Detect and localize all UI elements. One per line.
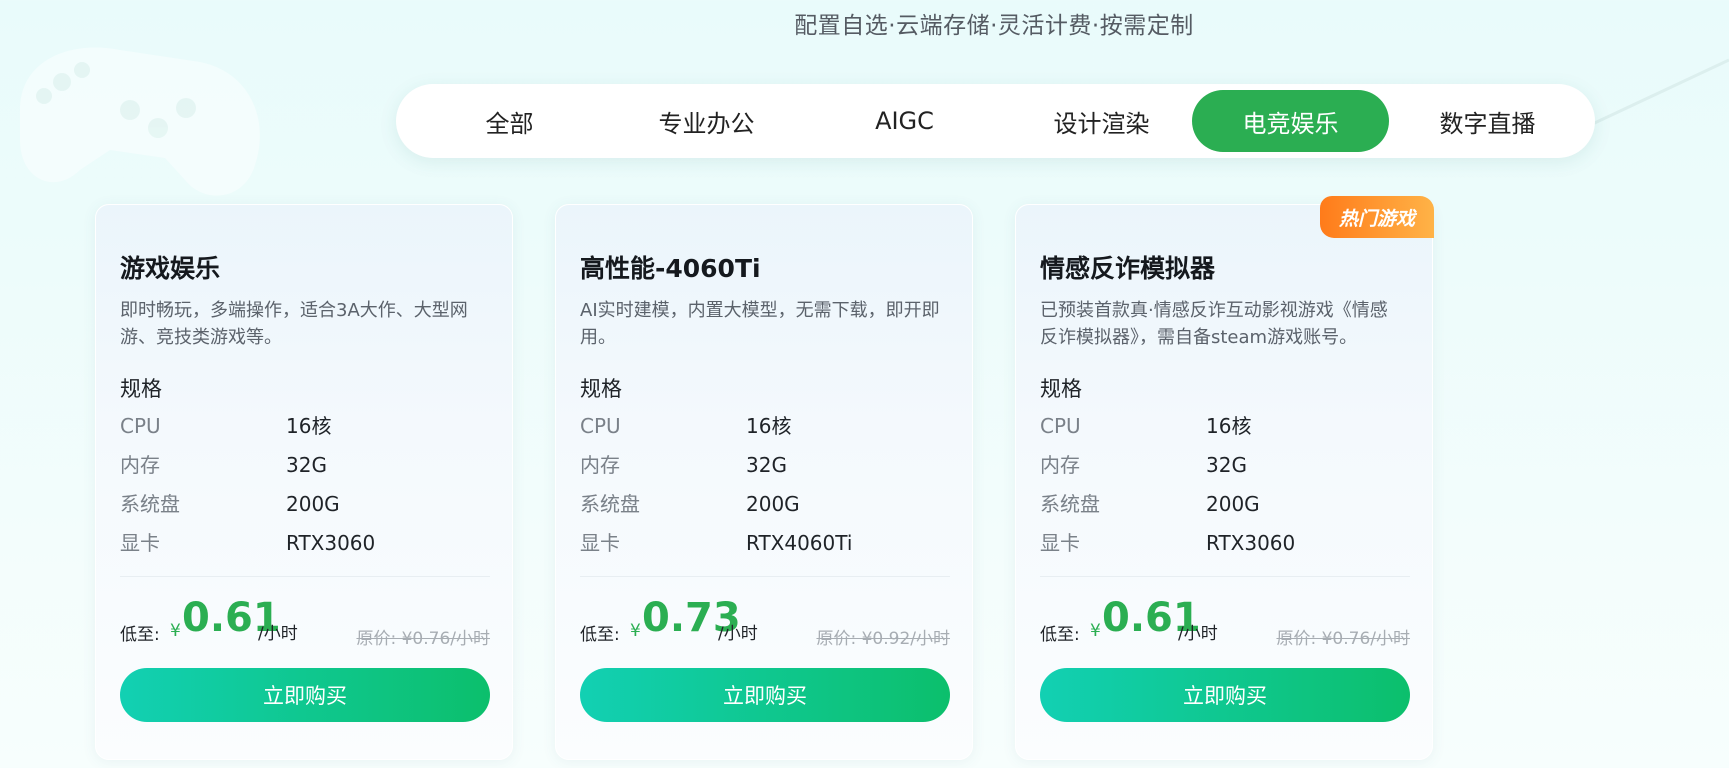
product-card: 游戏娱乐 即时畅玩，多端操作，适合3A大作、大型网游、竞技类游戏等。 规格 CP…: [95, 204, 513, 760]
spec-row-memory: 内存 32G: [1040, 451, 1410, 479]
spec-key: CPU: [580, 414, 621, 438]
spec-value: 32G: [286, 453, 327, 477]
buy-now-button[interactable]: 立即购买: [1040, 668, 1410, 722]
spec-key: 显卡: [580, 531, 620, 555]
spec-row-memory: 内存 32G: [120, 451, 490, 479]
price-row: 低至: ¥ 0.73 /小时 原价: ¥0.92/小时: [580, 595, 950, 651]
currency-symbol: ¥: [1090, 621, 1101, 641]
spec-key: 显卡: [1040, 531, 1080, 555]
spec-key: 系统盘: [580, 492, 640, 516]
category-tabs: 全部 专业办公 AIGC 设计渲染 电竞娱乐 数字直播: [396, 84, 1595, 158]
card-title: 游戏娱乐: [120, 254, 221, 283]
spec-value: 16核: [746, 414, 792, 438]
original-price: 原价: ¥0.76/小时: [356, 629, 490, 649]
price-label: 低至:: [1040, 625, 1080, 645]
price-label: 低至:: [120, 625, 160, 645]
spec-row-cpu: CPU 16核: [120, 412, 490, 440]
tab-aigc[interactable]: AIGC: [806, 90, 1003, 152]
tab-all[interactable]: 全部: [411, 90, 608, 152]
card-description: 已预装首款真·情感反诈互动影视游戏《情感反诈模拟器》，需自备steam游戏账号。: [1040, 300, 1388, 348]
spec-value: RTX3060: [1206, 531, 1296, 555]
spec-key: 内存: [1040, 453, 1080, 477]
card-description: AI实时建模，内置大模型，无需下载，即开即用。: [580, 300, 940, 348]
price-row: 低至: ¥ 0.61 /小时 原价: ¥0.76/小时: [1040, 595, 1410, 651]
card-title: 情感反诈模拟器: [1040, 254, 1216, 283]
page-subtitle: 配置自选·云端存储·灵活计费·按需定制: [794, 13, 1194, 39]
spec-value: 16核: [1206, 414, 1252, 438]
original-price: 原价: ¥0.76/小时: [1276, 629, 1410, 649]
spec-value: 32G: [746, 453, 787, 477]
spec-key: 内存: [580, 453, 620, 477]
spec-row-gpu: 显卡 RTX3060: [1040, 529, 1410, 557]
divider: [120, 576, 490, 577]
divider: [1040, 576, 1410, 577]
currency-symbol: ¥: [170, 621, 181, 641]
spec-value: RTX3060: [286, 531, 376, 555]
spec-row-gpu: 显卡 RTX4060Ti: [580, 529, 950, 557]
spec-value: 200G: [1206, 492, 1260, 516]
price-unit: /小时: [258, 624, 298, 644]
spec-row-cpu: CPU 16核: [580, 412, 950, 440]
divider: [580, 576, 950, 577]
spec-value: 32G: [1206, 453, 1247, 477]
tab-design-render[interactable]: 设计渲染: [1003, 90, 1200, 152]
price-unit: /小时: [1178, 624, 1218, 644]
spec-heading: 规格: [1040, 377, 1082, 401]
spec-row-disk: 系统盘 200G: [580, 490, 950, 518]
spec-value: 200G: [746, 492, 800, 516]
card-description: 即时畅玩，多端操作，适合3A大作、大型网游、竞技类游戏等。: [120, 300, 468, 348]
price-label: 低至:: [580, 625, 620, 645]
product-card: 热门游戏 情感反诈模拟器 已预装首款真·情感反诈互动影视游戏《情感反诈模拟器》，…: [1015, 196, 1434, 760]
tab-office[interactable]: 专业办公: [608, 90, 805, 152]
spec-row-gpu: 显卡 RTX3060: [120, 529, 490, 557]
spec-key: 内存: [120, 453, 160, 477]
spec-key: CPU: [1040, 414, 1081, 438]
spec-key: 显卡: [120, 531, 160, 555]
price-unit: /小时: [718, 624, 758, 644]
spec-heading: 规格: [120, 377, 162, 401]
spec-value: 16核: [286, 414, 332, 438]
currency-symbol: ¥: [630, 621, 641, 641]
spec-value: 200G: [286, 492, 340, 516]
spec-row-cpu: CPU 16核: [1040, 412, 1410, 440]
spec-key: CPU: [120, 414, 161, 438]
buy-now-button[interactable]: 立即购买: [120, 668, 490, 722]
card-title: 高性能-4060Ti: [580, 254, 761, 283]
spec-key: 系统盘: [1040, 492, 1100, 516]
spec-key: 系统盘: [120, 492, 180, 516]
spec-row-disk: 系统盘 200G: [1040, 490, 1410, 518]
original-price: 原价: ¥0.92/小时: [816, 629, 950, 649]
price-row: 低至: ¥ 0.61 /小时 原价: ¥0.76/小时: [120, 595, 490, 651]
tab-esports[interactable]: 电竞娱乐: [1192, 90, 1389, 152]
product-card: 高性能-4060Ti AI实时建模，内置大模型，无需下载，即开即用。 规格 CP…: [555, 204, 973, 760]
spec-row-memory: 内存 32G: [580, 451, 950, 479]
spec-heading: 规格: [580, 377, 622, 401]
buy-now-button[interactable]: 立即购买: [580, 668, 950, 722]
spec-row-disk: 系统盘 200G: [120, 490, 490, 518]
tab-live-streaming[interactable]: 数字直播: [1389, 90, 1586, 152]
spec-value: RTX4060Ti: [746, 531, 853, 555]
